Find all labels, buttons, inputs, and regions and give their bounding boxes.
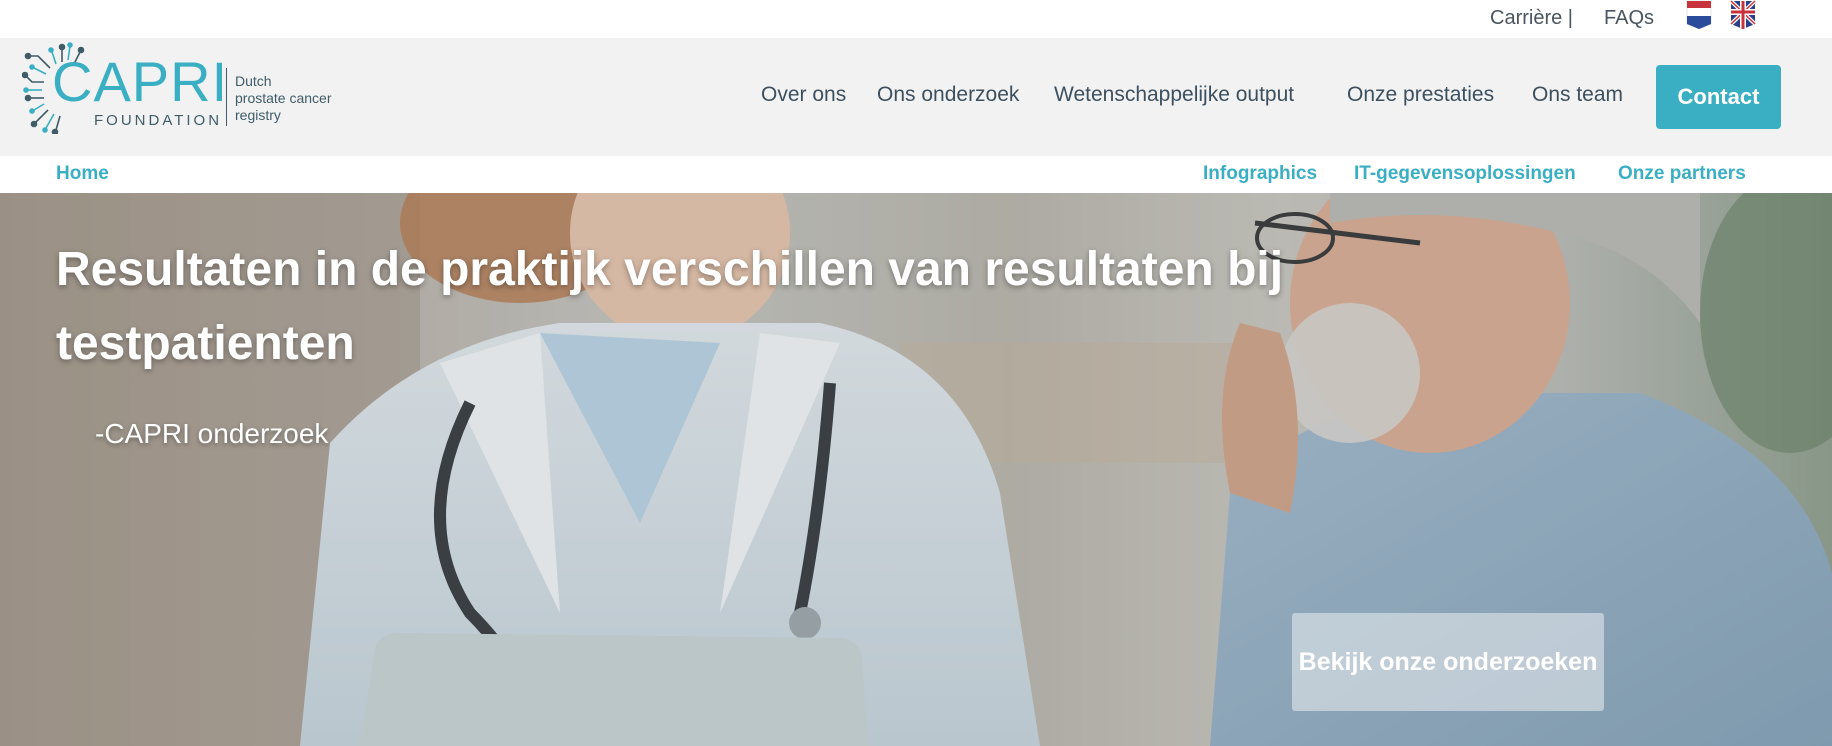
netherlands-flag-icon[interactable] [1686,0,1712,30]
capri-logo[interactable]: CAPRI FOUNDATION Dutch prostate cancer r… [22,42,352,134]
logo-tagline-line: registry [235,107,281,123]
hero-title: Resultaten in de praktijk verschillen va… [56,243,1284,370]
uk-flag-icon[interactable] [1730,0,1756,30]
view-research-button[interactable]: Bekijk onze onderzoeken [1292,613,1604,711]
career-link[interactable]: Carrière | [1490,7,1573,30]
logo-tagline-line: Dutch [235,73,272,89]
logo-tagline: Dutch prostate cancer registry [235,73,355,124]
faqs-link[interactable]: FAQs [1604,7,1654,30]
hero-attribution: -CAPRI onderzoek [95,418,329,449]
nav-wetenschappelijke-output[interactable]: Wetenschappelijke output [1054,83,1294,107]
nav-over-ons[interactable]: Over ons [761,83,846,107]
hero-banner: Resultaten in de praktijk verschillen va… [0,193,1832,746]
breadcrumb-home[interactable]: Home [56,163,109,185]
main-header: CAPRI FOUNDATION Dutch prostate cancer r… [0,38,1832,156]
top-utility-bar: Carrière | FAQs [0,0,1832,38]
nav-ons-team[interactable]: Ons team [1532,83,1623,107]
sub-navigation: Home Infographics IT-gegevensoplossingen… [0,156,1832,193]
logo-divider [226,68,227,126]
subnav-onze-partners[interactable]: Onze partners [1618,163,1746,185]
nav-onze-prestaties[interactable]: Onze prestaties [1347,83,1494,107]
subnav-infographics[interactable]: Infographics [1203,163,1317,185]
logo-subtitle: FOUNDATION [94,112,223,129]
logo-wordmark: CAPRI [52,50,229,113]
nav-ons-onderzoek[interactable]: Ons onderzoek [877,83,1019,107]
contact-button[interactable]: Contact [1656,65,1781,129]
subnav-it-gegevensoplossingen[interactable]: IT-gegevensoplossingen [1354,163,1576,185]
logo-tagline-line: prostate cancer [235,90,332,106]
